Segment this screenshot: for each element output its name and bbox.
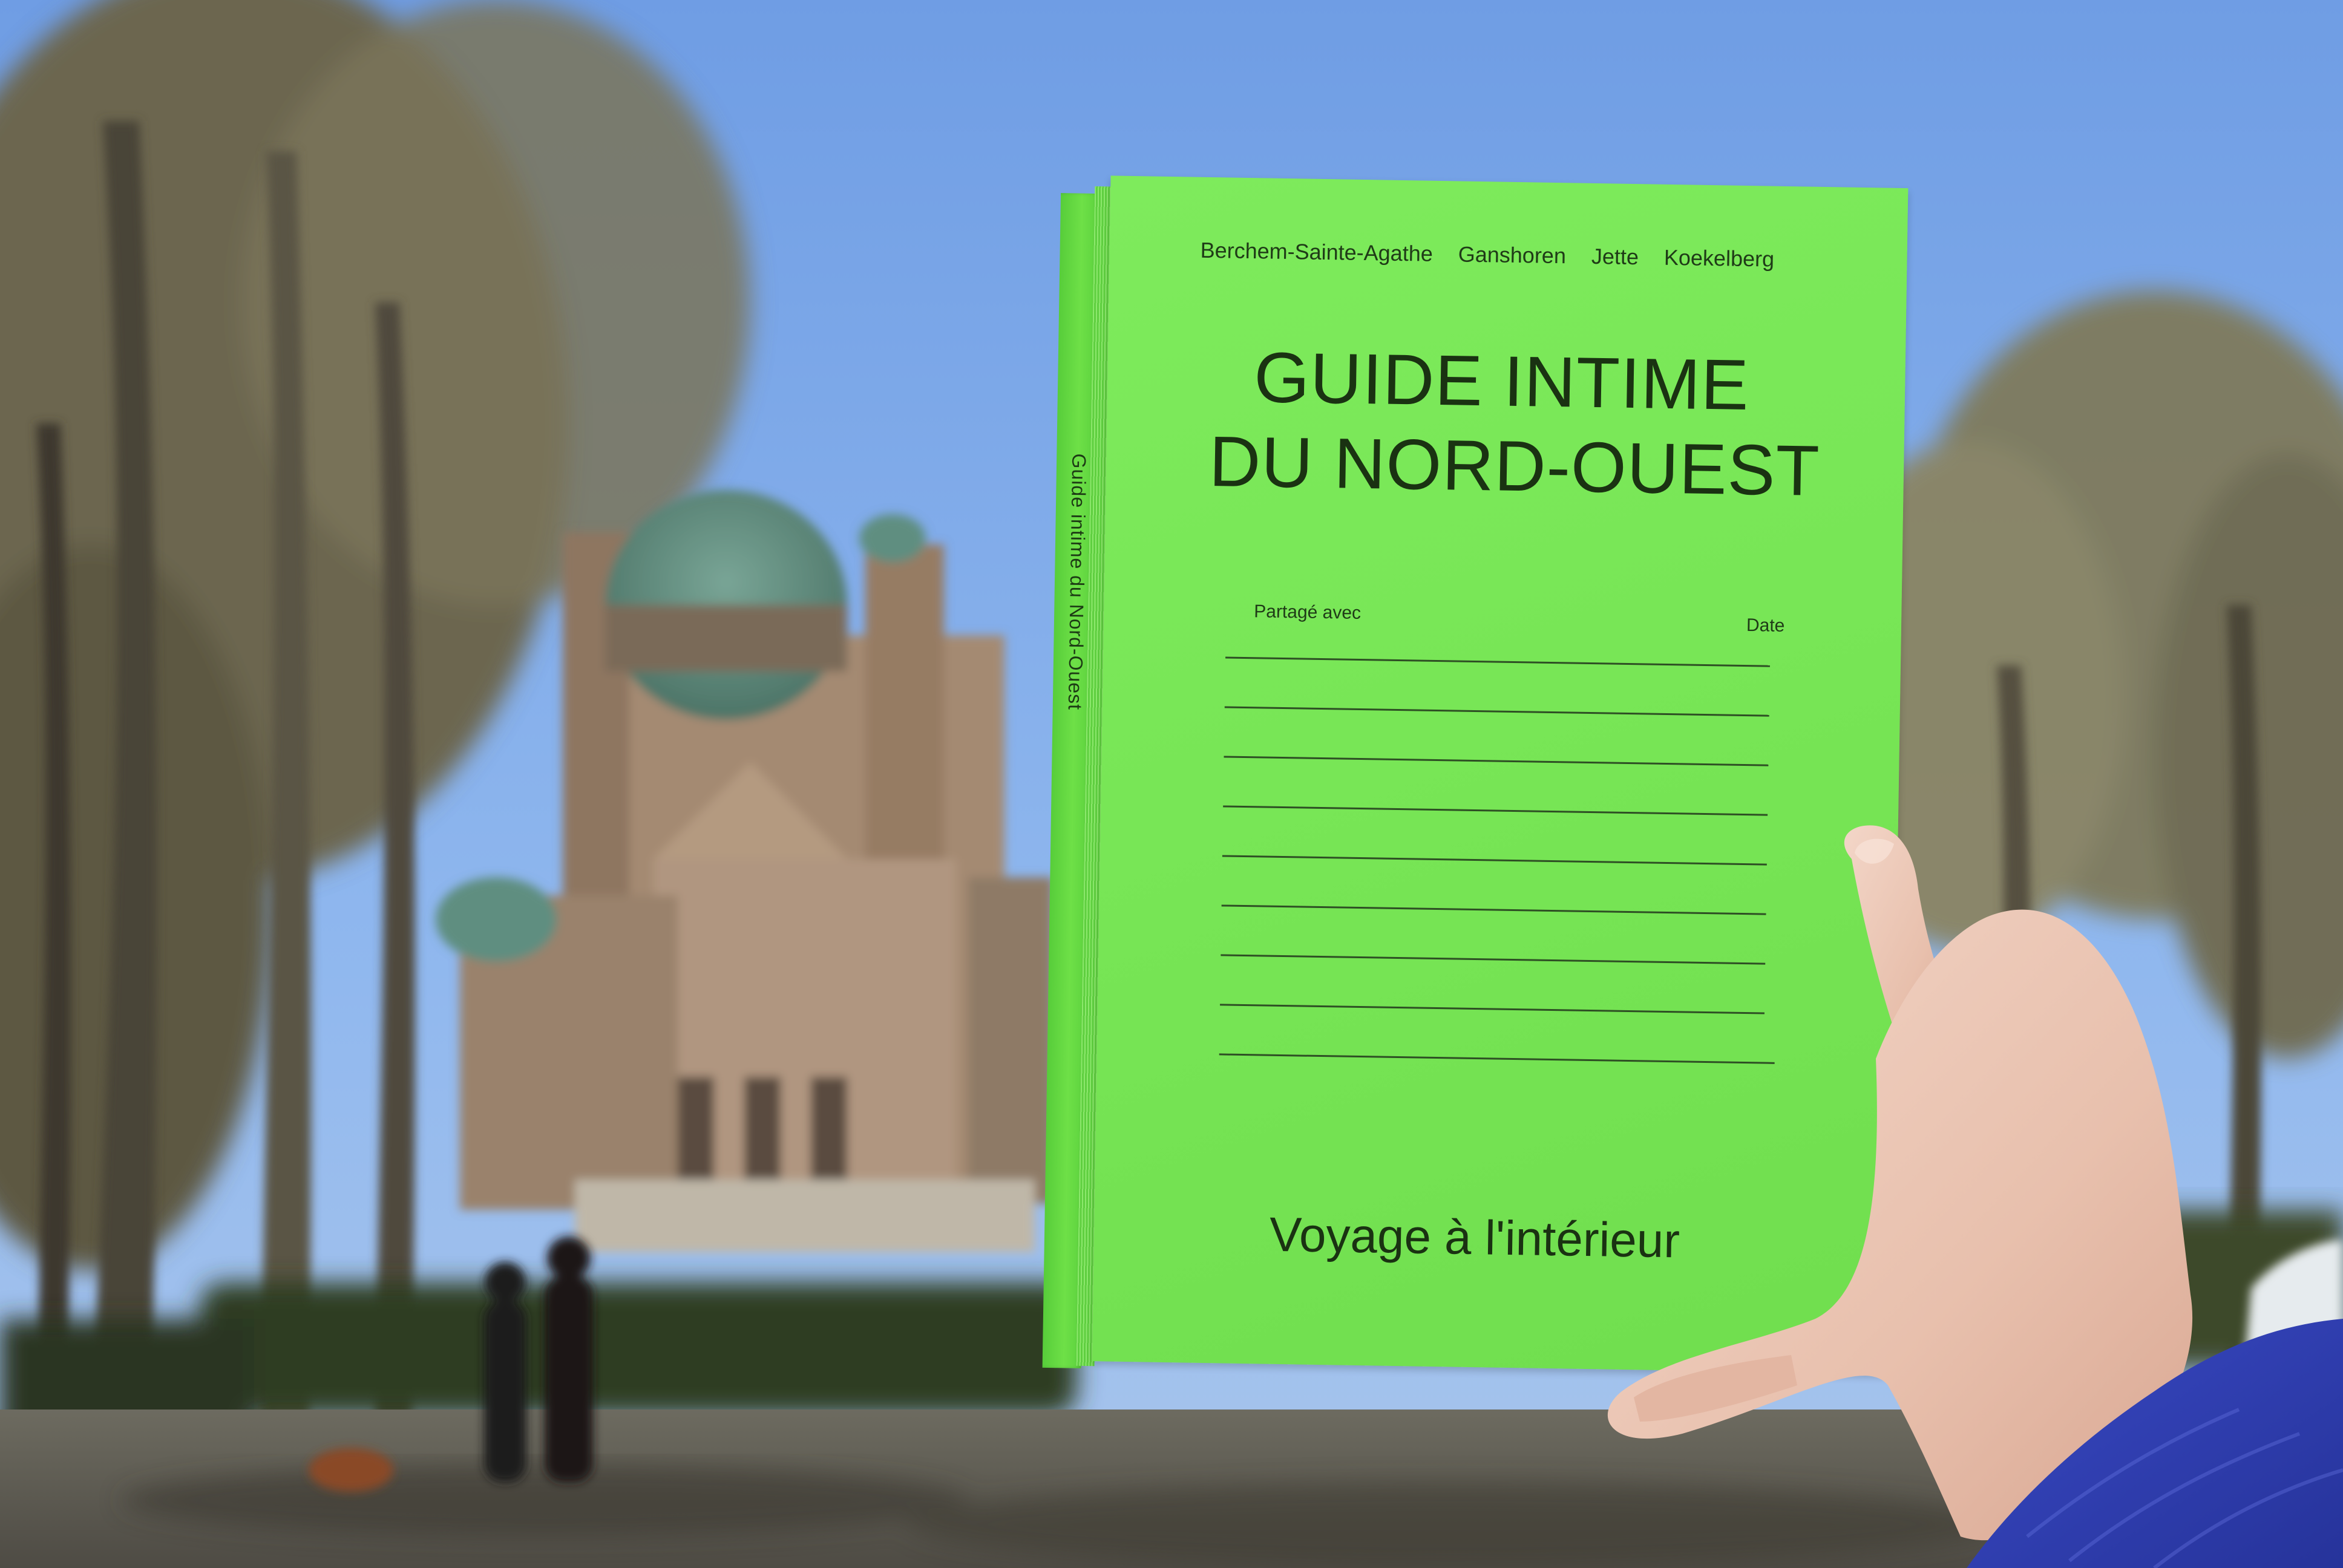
book-subtitle: Voyage à l'intérieur: [1269, 1207, 1680, 1268]
title-line-1: GUIDE INTIME: [1253, 338, 1750, 426]
commune-name: Ganshoren: [1458, 241, 1567, 269]
title-line-2: DU NORD-OUEST: [1208, 422, 1821, 511]
write-in-line: [1219, 1053, 1775, 1064]
write-in-line: [1221, 954, 1766, 965]
commune-name: Berchem-Sainte-Agathe: [1200, 237, 1434, 266]
commune-name: Jette: [1591, 243, 1639, 270]
write-in-line: [1220, 1004, 1765, 1014]
commune-list: Berchem-Sainte-Agathe Ganshoren Jette Ko…: [1200, 238, 1842, 273]
shared-with-label: Partagé avec: [1254, 601, 1362, 623]
write-in-line: [1223, 805, 1768, 816]
book-title: GUIDE INTIME DU NORD-OUEST: [1208, 335, 1889, 515]
write-in-line: [1224, 756, 1769, 766]
write-in-line: [1224, 706, 1769, 717]
guidebook[interactable]: Guide intime du Nord-Ouest Berchem-Saint…: [1042, 175, 1909, 1381]
book-cover: Berchem-Sainte-Agathe Ganshoren Jette Ko…: [1092, 175, 1909, 1374]
commune-name: Koekelberg: [1663, 244, 1775, 272]
date-label: Date: [1746, 615, 1785, 636]
write-in-line: [1225, 656, 1770, 667]
write-in-line: [1222, 855, 1767, 866]
spine-title: Guide intime du Nord-Ouest: [1064, 453, 1090, 711]
write-in-line: [1221, 904, 1766, 915]
